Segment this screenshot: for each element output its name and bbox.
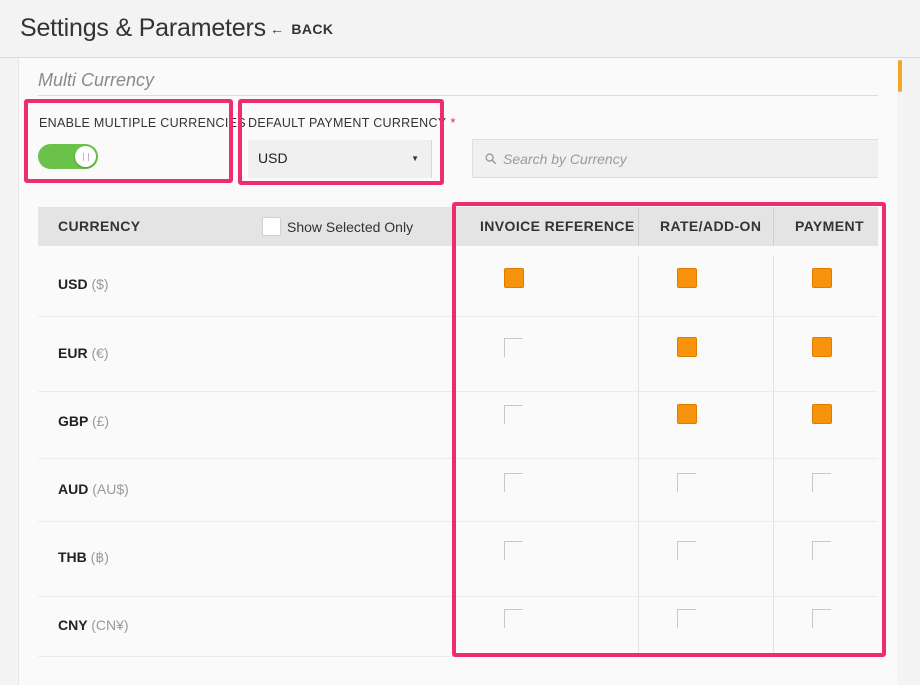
currency-symbol: (€)	[91, 345, 109, 361]
highlight-enable-multiple	[24, 99, 233, 183]
search-box	[472, 139, 878, 178]
section-divider	[38, 95, 878, 96]
currency-symbol: (฿)	[90, 549, 109, 565]
show-selected-only-checkbox[interactable]: Show Selected Only	[262, 217, 413, 236]
required-mark: *	[450, 116, 456, 130]
search-input[interactable]	[501, 140, 871, 177]
currency-code: THB	[58, 549, 87, 565]
show-selected-only-label: Show Selected Only	[287, 218, 414, 235]
currency-usd: USD ($)	[58, 276, 109, 292]
currency-symbol: (AU$)	[92, 481, 129, 497]
currency-code: AUD	[58, 481, 89, 497]
currency-code: GBP	[58, 413, 89, 429]
page-title: Settings & Parameters	[20, 14, 266, 42]
back-label: BACK	[291, 21, 334, 37]
currency-symbol: (CN¥)	[91, 617, 129, 633]
search-icon	[485, 153, 496, 164]
currency-thb: THB (฿)	[58, 549, 109, 566]
highlight-default-currency	[238, 99, 444, 185]
highlight-currency-columns	[452, 202, 886, 657]
arrow-left-icon: ←	[270, 21, 285, 37]
currency-symbol: (£)	[91, 413, 110, 429]
currency-eur: EUR (€)	[58, 345, 109, 361]
currency-code: CNY	[58, 617, 88, 633]
back-button[interactable]: ← BACK	[270, 21, 333, 37]
section-title: Multi Currency	[38, 70, 155, 90]
currency-gbp: GBP (£)	[58, 413, 109, 429]
currency-code: USD	[58, 276, 88, 292]
currency-symbol: ($)	[91, 276, 109, 292]
currency-aud: AUD (AU$)	[58, 481, 129, 497]
currency-cny: CNY (CN¥)	[58, 617, 129, 633]
checkbox-box	[262, 217, 281, 236]
header-currency: CURRENCY	[58, 218, 141, 234]
currency-code: EUR	[58, 345, 88, 361]
scrollbar-thumb[interactable]	[898, 60, 902, 92]
